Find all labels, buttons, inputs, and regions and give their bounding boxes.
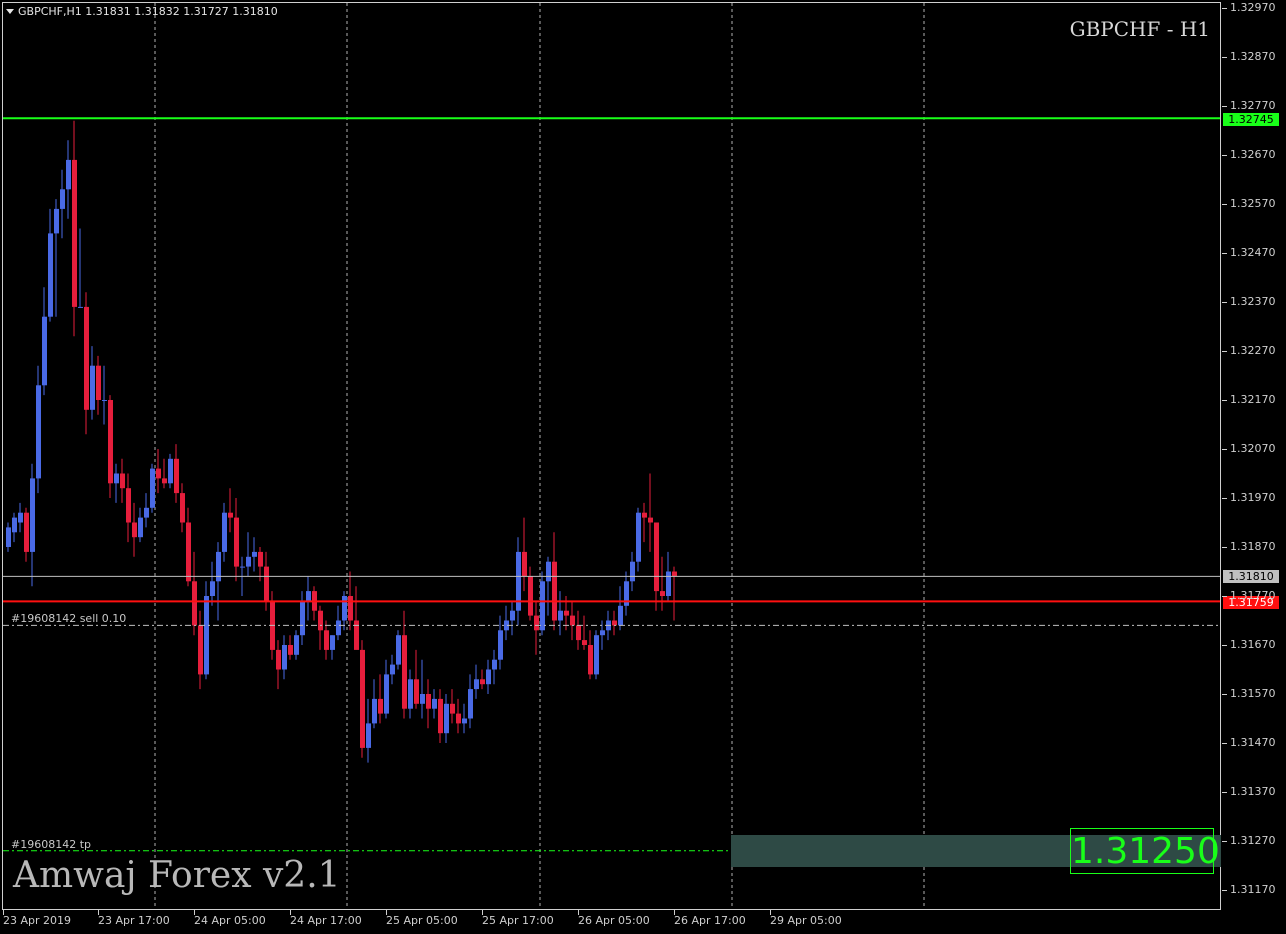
price-tick-mark	[1222, 302, 1227, 303]
price-tick-mark	[1222, 204, 1227, 205]
price-tick-label: 1.31670	[1230, 638, 1276, 651]
price-tick-label: 1.31970	[1230, 491, 1276, 504]
price-tick-label: 1.32970	[1230, 1, 1276, 14]
time-tick-mark	[482, 910, 483, 915]
time-tick-mark	[674, 910, 675, 915]
price-tick-mark	[1222, 498, 1227, 499]
time-tick-label: 29 Apr 05:00	[770, 914, 842, 927]
price-tick-mark	[1222, 596, 1227, 597]
price-tick-mark	[1222, 890, 1227, 891]
price-tick-label: 1.31470	[1230, 736, 1276, 749]
chart-window[interactable]: GBPCHF,H1 1.31831 1.31832 1.31727 1.3181…	[0, 0, 1286, 934]
symbol-info-bar[interactable]: GBPCHF,H1 1.31831 1.31832 1.31727 1.3181…	[6, 5, 278, 18]
price-tick-label: 1.31270	[1230, 834, 1276, 847]
time-tick-label: 23 Apr 17:00	[98, 914, 170, 927]
price-tick-mark	[1222, 645, 1227, 646]
bid-price-tag: 1.31810	[1223, 570, 1279, 583]
time-tick-mark	[290, 910, 291, 915]
time-tick-label: 26 Apr 17:00	[674, 914, 746, 927]
price-tick-mark	[1222, 743, 1227, 744]
dropdown-triangle-icon[interactable]	[6, 8, 14, 14]
price-tick-mark	[1222, 841, 1227, 842]
price-tick-mark	[1222, 449, 1227, 450]
price-tick-label: 1.31770	[1230, 589, 1276, 602]
price-tick-mark	[1222, 547, 1227, 548]
price-tick-mark	[1222, 106, 1227, 107]
time-tick-label: 26 Apr 05:00	[578, 914, 650, 927]
price-tick-label: 1.32570	[1230, 197, 1276, 210]
take-profit-price-box: 1.31250	[1070, 828, 1220, 874]
price-tick-mark	[1222, 155, 1227, 156]
price-tick-label: 1.32370	[1230, 295, 1276, 308]
time-tick-mark	[578, 910, 579, 915]
price-tick-label: 1.31570	[1230, 687, 1276, 700]
resistance-price-tag: 1.32745	[1223, 113, 1279, 126]
price-tick-mark	[1222, 253, 1227, 254]
price-tick-label: 1.31170	[1230, 883, 1276, 896]
time-tick-label: 24 Apr 17:00	[290, 914, 362, 927]
time-tick-label: 25 Apr 17:00	[482, 914, 554, 927]
price-tick-label: 1.32670	[1230, 148, 1276, 161]
price-tick-label: 1.32770	[1230, 99, 1276, 112]
time-tick-label: 23 Apr 2019	[3, 914, 72, 927]
sell-order-label[interactable]: #19608142 sell 0.10	[11, 612, 126, 625]
plot-frame	[2, 2, 1221, 910]
take-profit-label[interactable]: #19608142 tp	[11, 838, 91, 851]
price-tick-label: 1.31370	[1230, 785, 1276, 798]
price-tick-mark	[1222, 694, 1227, 695]
time-tick-mark	[98, 910, 99, 915]
price-tick-label: 1.32470	[1230, 246, 1276, 259]
price-tick-label: 1.31870	[1230, 540, 1276, 553]
price-tick-label: 1.32270	[1230, 344, 1276, 357]
symbol-quote-text: GBPCHF,H1 1.31831 1.31832 1.31727 1.3181…	[18, 5, 278, 18]
price-tick-mark	[1222, 57, 1227, 58]
price-tick-label: 1.32070	[1230, 442, 1276, 455]
price-tick-mark	[1222, 351, 1227, 352]
chart-corner-title: GBPCHF - H1	[1069, 17, 1210, 41]
price-tick-label: 1.32870	[1230, 50, 1276, 63]
time-tick-mark	[194, 910, 195, 915]
price-tick-mark	[1222, 8, 1227, 9]
price-tick-label: 1.32170	[1230, 393, 1276, 406]
time-tick-mark	[386, 910, 387, 915]
brand-watermark: Amwaj Forex v2.1	[13, 855, 341, 896]
price-tick-mark	[1222, 792, 1227, 793]
time-tick-mark	[3, 910, 4, 915]
price-tick-mark	[1222, 400, 1227, 401]
time-tick-label: 24 Apr 05:00	[194, 914, 266, 927]
time-tick-label: 25 Apr 05:00	[386, 914, 458, 927]
time-tick-mark	[770, 910, 771, 915]
